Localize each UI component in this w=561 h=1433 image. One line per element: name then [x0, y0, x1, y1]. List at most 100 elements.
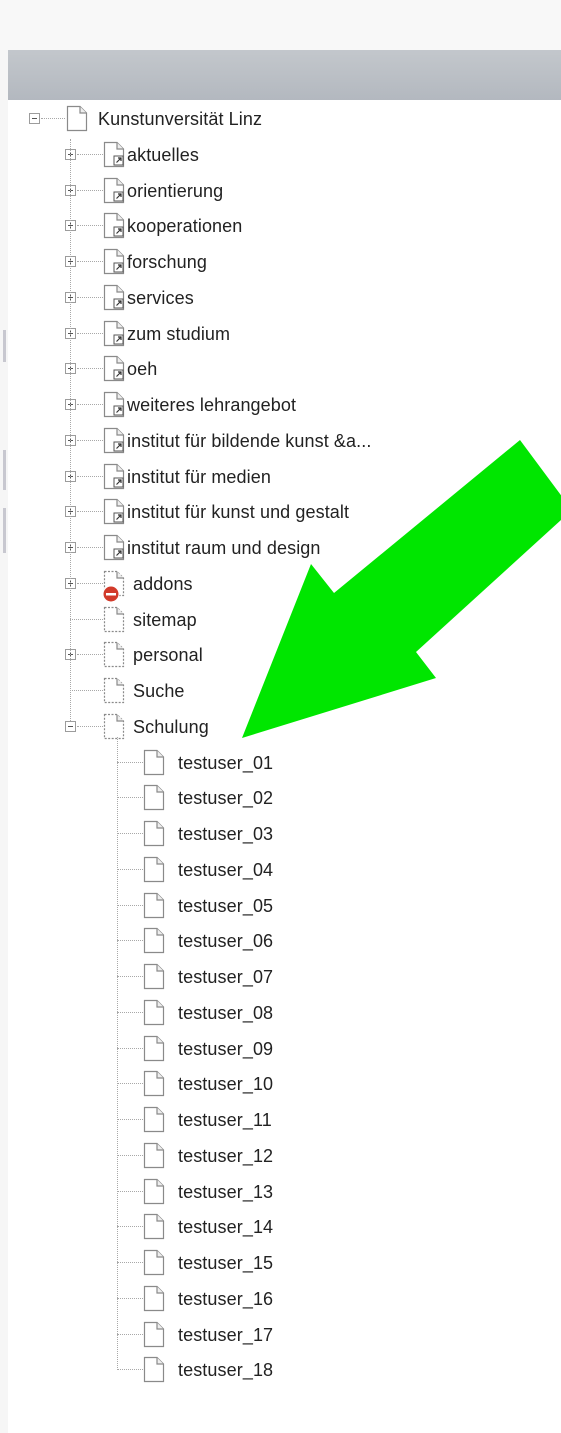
- page-icon: [143, 999, 165, 1025]
- page-label: Kunstunversität Linz: [98, 109, 263, 129]
- tree-node-child[interactable]: testuser_13: [0, 1174, 561, 1210]
- tree-node-child[interactable]: testuser_12: [0, 1138, 561, 1174]
- tree-connector-line: [77, 725, 103, 727]
- page-icon: [143, 785, 165, 811]
- tree-node-child[interactable]: testuser_01: [0, 745, 561, 781]
- tree-connector-line: [117, 833, 143, 834]
- tree-node[interactable]: aktuelles: [0, 137, 561, 173]
- tree-node-child[interactable]: testuser_17: [0, 1317, 561, 1353]
- tree-node[interactable]: forschung: [0, 244, 561, 280]
- shortcut-page-icon: [103, 463, 125, 489]
- hidden-page-icon: [103, 713, 125, 739]
- hidden-page-icon: [103, 677, 125, 704]
- collapse-toggle-icon[interactable]: [65, 720, 76, 732]
- child-page-label: testuser_08: [178, 1002, 274, 1023]
- tree-node-child[interactable]: testuser_02: [0, 780, 561, 816]
- tree-node-child[interactable]: testuser_11: [0, 1102, 561, 1138]
- tree-node[interactable]: Schulung: [0, 709, 561, 745]
- tree-node[interactable]: Suche: [0, 673, 561, 709]
- page-icon: [143, 1106, 165, 1133]
- tree-node[interactable]: weiteres lehrangebot: [0, 387, 561, 423]
- tree-node[interactable]: institut raum und design: [0, 530, 561, 566]
- panel-header-bar: [8, 50, 561, 100]
- tree-node-child[interactable]: testuser_07: [0, 959, 561, 995]
- tree-connector-line: [117, 1083, 143, 1085]
- tree-node[interactable]: zum studium: [0, 316, 561, 352]
- tree-node[interactable]: addons: [0, 566, 561, 603]
- page-label: forschung: [127, 252, 207, 272]
- page-icon: [143, 892, 165, 918]
- tree-connector-line: [117, 1333, 143, 1335]
- page-label: weiteres lehrangebot: [127, 395, 297, 415]
- top-strip: [0, 0, 561, 50]
- child-page-label: testuser_05: [178, 895, 274, 916]
- tree-node-child[interactable]: testuser_05: [0, 888, 561, 924]
- page-icon: [143, 1214, 165, 1240]
- tree-node-child[interactable]: testuser_09: [0, 1031, 561, 1067]
- child-page-label: testuser_09: [178, 1038, 274, 1059]
- tree-connector-line: [77, 404, 103, 405]
- tree-node-child[interactable]: testuser_08: [0, 995, 561, 1031]
- tree-connector-line: [77, 439, 103, 441]
- page-icon: [143, 928, 165, 954]
- page-label: institut für medien: [127, 466, 271, 487]
- hidden-page-icon: [103, 606, 125, 632]
- hidden-page-icon: [103, 642, 125, 668]
- tree-node-child[interactable]: testuser_04: [0, 852, 561, 888]
- page-icon: [66, 105, 88, 132]
- tree-node[interactable]: institut für kunst und gestalt: [0, 494, 561, 530]
- tree-node[interactable]: oeh: [0, 351, 561, 387]
- tree-connector-line: [117, 1011, 143, 1013]
- tree-node[interactable]: institut für bildende kunst &a...: [0, 423, 561, 459]
- shortcut-page-icon: [103, 248, 125, 275]
- tree-node[interactable]: services: [0, 280, 561, 316]
- tree-node[interactable]: institut für medien: [0, 459, 561, 495]
- page-icon: [143, 1035, 165, 1061]
- page-icon: [143, 856, 165, 882]
- page-label: institut für kunst und gestalt: [127, 502, 350, 523]
- tree-node[interactable]: kooperationen: [0, 208, 561, 244]
- page-label: institut raum und design: [127, 538, 321, 558]
- page-label: personal: [133, 645, 203, 666]
- tree-connector-line: [117, 904, 143, 906]
- tree-node-child[interactable]: testuser_06: [0, 923, 561, 959]
- child-page-label: testuser_04: [178, 859, 274, 880]
- tree-node-child[interactable]: testuser_03: [0, 816, 561, 852]
- shortcut-page-icon: [103, 177, 125, 203]
- tree-connector-line: [70, 138, 71, 721]
- tree-node-child[interactable]: testuser_14: [0, 1209, 561, 1245]
- collapse-toggle-icon[interactable]: [29, 113, 40, 124]
- page-icon: [143, 1321, 165, 1347]
- shortcut-page-icon: [103, 284, 125, 310]
- child-page-label: testuser_07: [178, 967, 274, 987]
- page-label: services: [127, 287, 194, 308]
- page-label: kooperationen: [127, 216, 243, 237]
- tree-connector-line: [77, 475, 103, 477]
- page-label: orientierung: [127, 180, 224, 201]
- tree-node-child[interactable]: testuser_15: [0, 1245, 561, 1281]
- tree-node-child[interactable]: testuser_16: [0, 1281, 561, 1317]
- page-icon: [143, 1357, 165, 1383]
- tree-node[interactable]: orientierung: [0, 173, 561, 209]
- tree-connector-line: [77, 153, 103, 155]
- tree-connector-line: [70, 618, 103, 620]
- tree-connector-line: [77, 225, 103, 227]
- tree-node-root[interactable]: Kunstunversität Linz: [0, 101, 561, 137]
- tree-connector-line: [117, 1226, 143, 1228]
- tree-node-child[interactable]: testuser_10: [0, 1066, 561, 1102]
- shortcut-page-icon: [103, 356, 125, 382]
- child-page-label: testuser_16: [178, 1288, 274, 1309]
- tree-node[interactable]: sitemap: [0, 602, 561, 638]
- child-page-label: testuser_13: [178, 1181, 274, 1202]
- tree-connector-line: [117, 761, 143, 763]
- tree-node[interactable]: personal: [0, 637, 561, 673]
- shortcut-page-icon: [103, 141, 125, 167]
- tree-connector-line: [70, 690, 103, 691]
- child-page-label: testuser_02: [178, 788, 274, 809]
- tree-connector-line: [117, 1369, 143, 1371]
- tree-node-child[interactable]: testuser_18: [0, 1352, 561, 1388]
- page-label: sitemap: [133, 609, 197, 630]
- page-icon: [143, 1071, 165, 1097]
- tree-connector-line: [117, 1154, 143, 1156]
- tree-connector-line: [41, 118, 65, 119]
